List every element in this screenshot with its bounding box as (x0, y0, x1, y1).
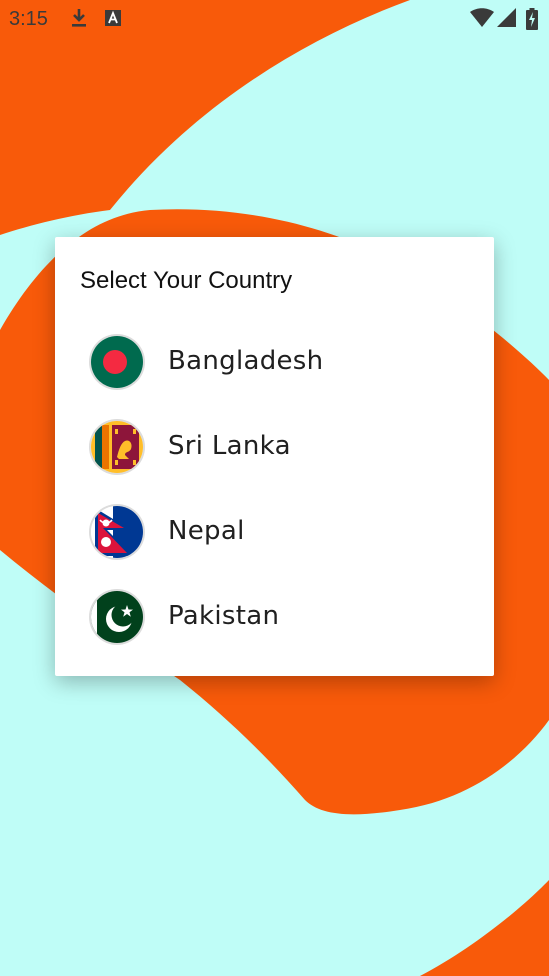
sri-lanka-flag-icon (91, 421, 143, 473)
screen: 3:15 Select Your Country Bangladesh Sri … (0, 0, 549, 976)
status-time: 3:15 (9, 8, 48, 30)
country-item-pakistan[interactable]: Pakistan (55, 579, 494, 657)
app-notification-icon (104, 8, 122, 33)
country-item-nepal[interactable]: Nepal (55, 494, 494, 572)
country-name: Nepal (168, 516, 245, 546)
pakistan-flag-icon (91, 591, 143, 643)
bangladesh-flag-icon (91, 336, 143, 388)
download-icon (70, 8, 88, 33)
country-name: Pakistan (168, 601, 280, 631)
country-name: Bangladesh (168, 346, 324, 376)
country-item-sri-lanka[interactable]: Sri Lanka (55, 409, 494, 487)
status-bar: 3:15 (0, 0, 549, 38)
country-item-bangladesh[interactable]: Bangladesh (55, 324, 494, 402)
battery-icon (526, 8, 538, 35)
wifi-icon (470, 8, 494, 33)
country-select-dialog: Select Your Country Bangladesh Sri Lanka… (55, 237, 494, 676)
nepal-flag-icon (91, 506, 143, 558)
dialog-title: Select Your Country (80, 267, 293, 294)
signal-icon (497, 8, 517, 33)
country-name: Sri Lanka (168, 431, 291, 461)
